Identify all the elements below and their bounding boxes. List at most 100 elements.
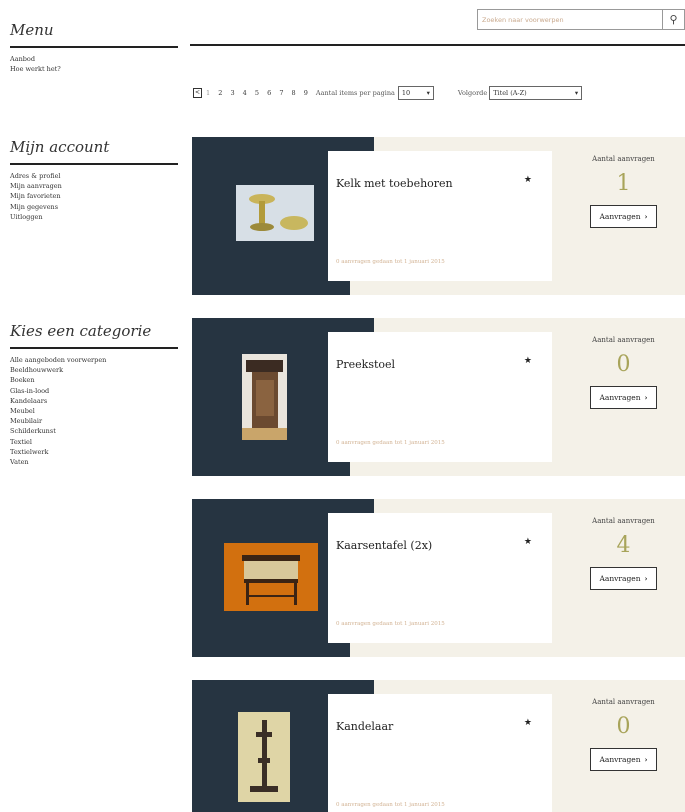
- account-item[interactable]: Mijn gegevens: [10, 202, 178, 212]
- menu-section: Menu Aanbod Hoe werkt het?: [10, 21, 178, 74]
- item-card: Kelk met toebehoren ★ 0 aanvragen gedaan…: [192, 137, 685, 295]
- request-panel: Aantal aanvragen 1 Aanvragen ›: [562, 155, 685, 228]
- per-page-label: Aantal items per pagina: [315, 89, 395, 97]
- category-item[interactable]: Kandelaars: [10, 396, 178, 406]
- item-card: Preekstoel ★ 0 aanvragen gedaan tot 1 ja…: [192, 318, 685, 476]
- page-link[interactable]: 7: [279, 89, 283, 97]
- item-title[interactable]: Preekstoel: [336, 358, 395, 371]
- request-button[interactable]: Aanvragen ›: [590, 386, 657, 409]
- item-info: Preekstoel ★ 0 aanvragen gedaan tot 1 ja…: [328, 332, 552, 462]
- per-page-value: 10: [401, 89, 411, 97]
- item-info: Kaarsentafel (2x) ★ 0 aanvragen gedaan t…: [328, 513, 552, 643]
- request-count: 4: [616, 533, 631, 558]
- request-button-label: Aanvragen: [599, 574, 641, 583]
- item-title[interactable]: Kandelaar: [336, 720, 393, 733]
- item-title[interactable]: Kaarsentafel (2x): [336, 539, 432, 552]
- item-photo-frame: [192, 318, 374, 476]
- request-button[interactable]: Aanvragen ›: [590, 748, 657, 771]
- category-item[interactable]: Textielwerk: [10, 447, 178, 457]
- account-heading: Mijn account: [10, 138, 178, 165]
- request-panel: Aantal aanvragen 0 Aanvragen ›: [562, 698, 685, 771]
- favorite-star-icon[interactable]: ★: [524, 175, 532, 185]
- request-count: 0: [616, 714, 631, 739]
- category-item[interactable]: Meubel: [10, 406, 178, 416]
- item-photo-frame: [192, 137, 374, 295]
- chevron-down-icon: ▾: [426, 89, 430, 97]
- chevron-right-icon: ›: [644, 574, 648, 583]
- category-item[interactable]: Meubilair: [10, 416, 178, 426]
- category-heading: Kies een categorie: [10, 322, 178, 349]
- search-input[interactable]: [478, 10, 662, 29]
- account-item[interactable]: Mijn favorieten: [10, 191, 178, 201]
- favorite-star-icon[interactable]: ★: [524, 356, 532, 366]
- list-controls: < 1 2 3 4 5 6 7 8 9 Aantal items per pag…: [193, 85, 685, 101]
- page-link[interactable]: 2: [218, 89, 222, 97]
- first-page-button[interactable]: <: [193, 88, 202, 98]
- page-link[interactable]: 4: [243, 89, 247, 97]
- category-item[interactable]: Glas-in-lood: [10, 386, 178, 396]
- request-count-label: Aantal aanvragen: [592, 336, 655, 344]
- page-link[interactable]: 6: [267, 89, 271, 97]
- category-item[interactable]: Alle aangeboden voorwerpen: [10, 355, 178, 365]
- page-link[interactable]: 1: [206, 89, 210, 97]
- search-button[interactable]: ⚲: [662, 10, 684, 29]
- item-title[interactable]: Kelk met toebehoren: [336, 177, 453, 190]
- item-subtitle: 0 aanvragen gedaan tot 1 januari 2015: [336, 440, 445, 446]
- request-button-label: Aanvragen: [599, 393, 641, 402]
- sort-value: Titel (A-Z): [493, 89, 527, 97]
- item-card: Kandelaar ★ 0 aanvragen gedaan tot 1 jan…: [192, 680, 685, 812]
- item-subtitle: 0 aanvragen gedaan tot 1 januari 2015: [336, 259, 445, 265]
- chevron-right-icon: ›: [644, 393, 648, 402]
- item-photo[interactable]: [242, 354, 287, 440]
- item-photo-frame: [192, 499, 374, 657]
- header-divider: [190, 44, 685, 46]
- account-section: Mijn account Adres & profiel Mijn aanvra…: [10, 138, 178, 222]
- request-button[interactable]: Aanvragen ›: [590, 567, 657, 590]
- item-card: Kaarsentafel (2x) ★ 0 aanvragen gedaan t…: [192, 499, 685, 657]
- item-photo[interactable]: [236, 185, 314, 241]
- category-item[interactable]: Beeldhouwwerk: [10, 365, 178, 375]
- menu-item-hoe-werkt-het[interactable]: Hoe werkt het?: [10, 64, 178, 74]
- request-button-label: Aanvragen: [599, 212, 641, 221]
- item-photo[interactable]: [224, 543, 318, 611]
- request-count-label: Aantal aanvragen: [592, 517, 655, 525]
- page-link[interactable]: 3: [230, 89, 234, 97]
- search-box: ⚲: [477, 9, 685, 30]
- pagination: 1 2 3 4 5 6 7 8 9: [206, 89, 314, 97]
- search-icon: ⚲: [669, 13, 678, 26]
- chevron-right-icon: ›: [644, 755, 648, 764]
- account-item[interactable]: Uitloggen: [10, 212, 178, 222]
- request-button[interactable]: Aanvragen ›: [590, 205, 657, 228]
- category-item[interactable]: Boeken: [10, 375, 178, 385]
- category-item[interactable]: Vaten: [10, 457, 178, 467]
- request-count: 1: [616, 171, 631, 196]
- item-photo[interactable]: [238, 712, 290, 802]
- category-item[interactable]: Textiel: [10, 437, 178, 447]
- per-page-select[interactable]: 10 ▾: [397, 86, 434, 100]
- sort-label: Volgorde: [457, 89, 488, 97]
- request-count-label: Aantal aanvragen: [592, 698, 655, 706]
- page-link[interactable]: 9: [304, 89, 308, 97]
- account-item[interactable]: Adres & profiel: [10, 171, 178, 181]
- category-item[interactable]: Schilderkunst: [10, 426, 178, 436]
- request-panel: Aantal aanvragen 0 Aanvragen ›: [562, 336, 685, 409]
- favorite-star-icon[interactable]: ★: [524, 718, 532, 728]
- menu-heading: Menu: [10, 21, 178, 48]
- item-subtitle: 0 aanvragen gedaan tot 1 januari 2015: [336, 621, 445, 627]
- menu-item-aanbod[interactable]: Aanbod: [10, 54, 178, 64]
- request-panel: Aantal aanvragen 4 Aanvragen ›: [562, 517, 685, 590]
- item-photo-frame: [192, 680, 374, 812]
- page-link[interactable]: 8: [292, 89, 296, 97]
- item-info: Kandelaar ★ 0 aanvragen gedaan tot 1 jan…: [328, 694, 552, 812]
- request-count-label: Aantal aanvragen: [592, 155, 655, 163]
- favorite-star-icon[interactable]: ★: [524, 537, 532, 547]
- sort-select[interactable]: Titel (A-Z) ▾: [489, 86, 583, 100]
- request-count: 0: [616, 352, 631, 377]
- request-button-label: Aanvragen: [599, 755, 641, 764]
- chevron-right-icon: ›: [644, 212, 648, 221]
- chevron-down-icon: ▾: [574, 89, 579, 97]
- page-link[interactable]: 5: [255, 89, 259, 97]
- category-section: Kies een categorie Alle aangeboden voorw…: [10, 322, 178, 467]
- item-info: Kelk met toebehoren ★ 0 aanvragen gedaan…: [328, 151, 552, 281]
- account-item[interactable]: Mijn aanvragen: [10, 181, 178, 191]
